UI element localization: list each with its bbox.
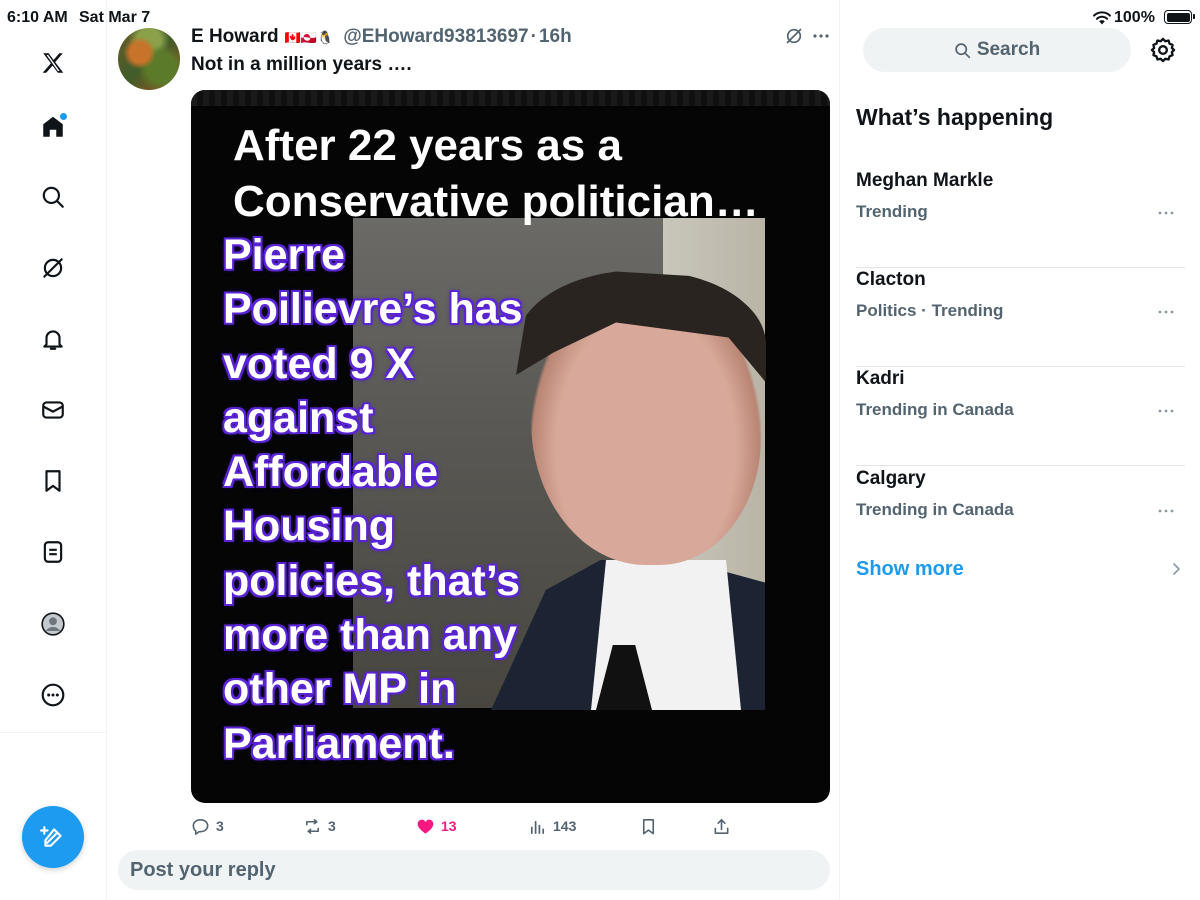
grok-icon <box>43 258 63 278</box>
trend-meta: Trending in Canada <box>856 400 1014 419</box>
trend-meta: Trending in Canada <box>856 500 1014 519</box>
tweet-header: E Howard 🇨🇦🇬🇱🐧 @EHoward93813697 · 16h <box>191 24 572 50</box>
image-headline-line: Conservative politician… <box>233 177 759 226</box>
more-dots-icon <box>813 34 829 38</box>
image-body-line: against <box>223 393 374 442</box>
show-more-label: Show more <box>856 558 964 580</box>
trend-name: Kadri <box>856 368 905 389</box>
image-body-line: Housing <box>223 502 395 551</box>
nav-grok[interactable] <box>25 240 81 296</box>
image-body-line: Pierre <box>223 231 345 279</box>
compose-button[interactable] <box>22 806 84 868</box>
trend-name: Meghan Markle <box>856 170 994 191</box>
mail-icon <box>42 401 64 419</box>
show-more-link[interactable]: Show more <box>856 558 1185 584</box>
nav-home[interactable] <box>25 99 81 155</box>
search-icon <box>42 186 64 208</box>
repost-button[interactable]: 3 <box>303 814 336 838</box>
author-flags: 🇨🇦🇬🇱🐧 <box>284 29 334 45</box>
nav-bookmarks[interactable] <box>25 453 81 509</box>
image-top-strip <box>191 90 830 106</box>
trend-more-icon[interactable] <box>1157 305 1175 315</box>
trend-more-icon[interactable] <box>1157 504 1175 514</box>
nav-more[interactable] <box>25 667 81 723</box>
gear-icon <box>1150 37 1176 63</box>
main-column: E Howard 🇨🇦🇬🇱🐧 @EHoward93813697 · 16h No… <box>108 0 840 900</box>
trend-item[interactable]: Kadri Trending in Canada <box>856 368 1185 466</box>
repost-count: 3 <box>328 818 336 834</box>
right-sidebar: Search What’s happening Meghan Markle Tr… <box>841 0 1200 900</box>
views-count: 143 <box>553 818 577 834</box>
image-headline: After 22 years as a Conservative politic… <box>233 118 759 230</box>
trend-meta: Trending <box>856 202 928 221</box>
whats-happening-title: What’s happening <box>856 104 1054 130</box>
grok-explain-button[interactable] <box>784 26 804 46</box>
bookmark-icon <box>45 470 61 492</box>
profile-avatar-icon <box>41 612 65 636</box>
grok-icon <box>786 28 802 44</box>
list-icon <box>43 541 63 563</box>
settings-button[interactable] <box>1149 36 1177 64</box>
author-avatar[interactable] <box>118 28 180 90</box>
left-nav <box>0 0 107 900</box>
tweet-actions: 3 3 13 143 <box>191 814 751 838</box>
trend-item[interactable]: Clacton Politics · Trending <box>856 269 1185 367</box>
image-body-line: policies, that’s <box>223 556 521 605</box>
author-handle[interactable]: @EHoward93813697 <box>343 26 528 48</box>
image-body-line: more than any <box>223 611 517 660</box>
home-notification-dot <box>60 113 67 120</box>
repost-icon <box>305 818 320 834</box>
image-body-line: Poilievre’s has <box>223 285 523 334</box>
author-name[interactable]: E Howard <box>191 26 279 48</box>
trend-more-icon[interactable] <box>1157 404 1175 414</box>
tweet-image[interactable]: After 22 years as a Conservative politic… <box>191 90 830 803</box>
bookmark-button[interactable] <box>639 814 658 838</box>
like-button[interactable]: 13 <box>416 814 457 838</box>
trend-more-icon[interactable] <box>1157 206 1175 216</box>
search-icon <box>955 42 970 58</box>
reply-input[interactable]: Post your reply <box>118 850 830 890</box>
reply-button[interactable]: 3 <box>191 814 224 838</box>
trend-meta: Politics · Trending <box>856 301 1004 320</box>
tweet-time[interactable]: 16h <box>539 26 572 48</box>
share-upload-icon <box>714 818 729 834</box>
tweet-more-button[interactable] <box>810 26 832 46</box>
heart-filled-icon <box>417 819 434 834</box>
trend-name: Calgary <box>856 468 926 489</box>
tweet-text: Not in a million years …. <box>191 54 412 75</box>
search-label: Search <box>976 39 1041 60</box>
image-body-line: other MP in <box>223 665 457 714</box>
chevron-right-icon <box>1173 563 1180 575</box>
views-bar-chart-icon <box>530 820 545 834</box>
image-headline-line: After 22 years as a <box>233 121 622 170</box>
header-separator: · <box>530 26 537 47</box>
nav-explore[interactable] <box>25 169 81 225</box>
x-logo-icon[interactable] <box>25 35 81 91</box>
bell-icon <box>43 330 63 350</box>
image-body-text: Pierre Poilievre’s has voted 9 X against… <box>223 228 523 771</box>
image-body-line: Affordable <box>223 448 438 497</box>
trend-item[interactable]: Meghan Markle Trending <box>856 170 1185 268</box>
nav-messages[interactable] <box>25 382 81 438</box>
trend-name: Clacton <box>856 269 926 290</box>
image-body-line: voted 9 X <box>223 339 415 388</box>
compose-feather-icon <box>40 826 62 847</box>
share-button[interactable] <box>712 814 731 838</box>
reply-count: 3 <box>216 818 224 834</box>
nav-notifications[interactable] <box>25 311 81 367</box>
nav-lists[interactable] <box>25 524 81 580</box>
more-circle-icon <box>41 683 65 707</box>
views-button[interactable]: 143 <box>528 814 576 838</box>
like-count: 13 <box>441 818 457 834</box>
bookmark-icon <box>642 818 655 834</box>
image-body-line: Parliament. <box>223 719 455 768</box>
reply-icon <box>192 818 209 835</box>
trend-item[interactable]: Calgary Trending in Canada <box>856 468 1185 566</box>
nav-profile[interactable] <box>25 596 81 652</box>
search-bar[interactable]: Search <box>863 28 1131 72</box>
nav-divider <box>0 732 107 733</box>
